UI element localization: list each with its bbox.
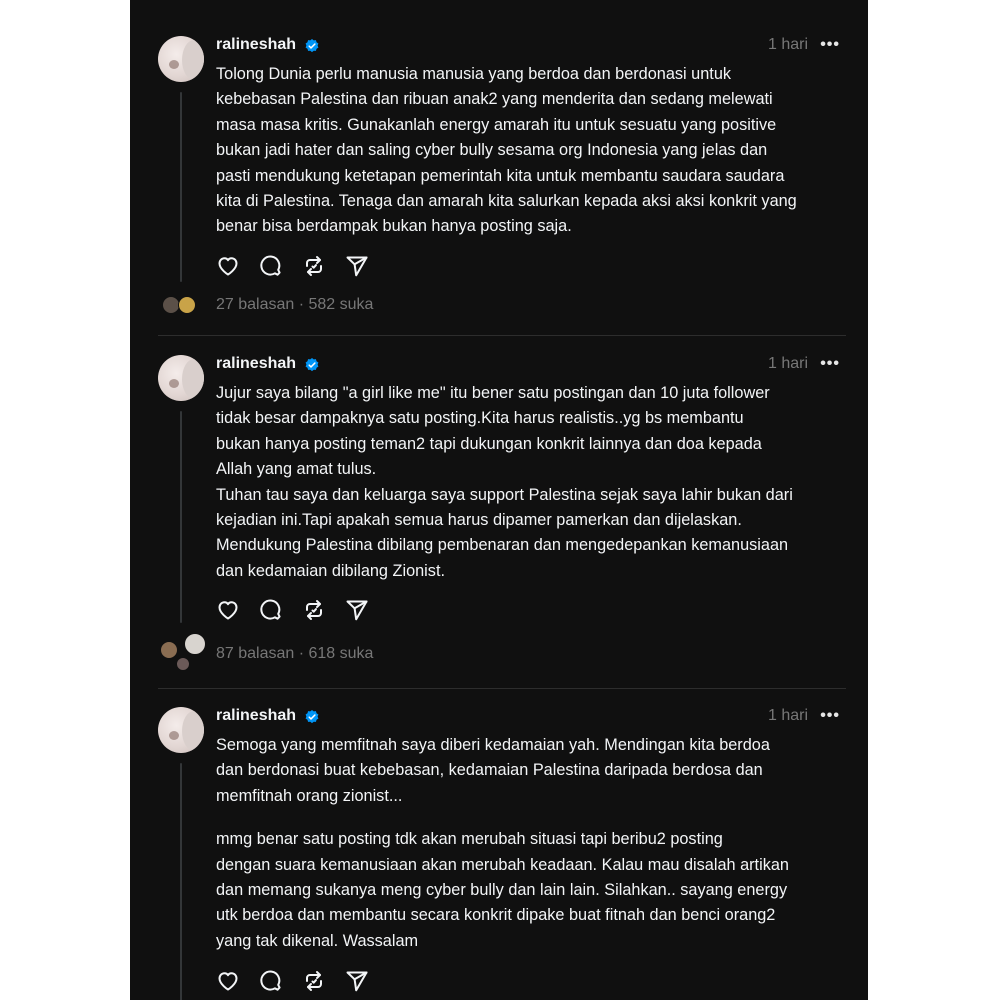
username[interactable]: ralineshah [216, 355, 296, 373]
avatar[interactable] [158, 36, 204, 82]
post-stats[interactable]: 87 balasan · 618 suka [216, 645, 373, 663]
send-icon [346, 256, 368, 277]
post-stats[interactable]: 27 balasan · 582 suka [216, 296, 373, 314]
verified-badge-icon [305, 39, 319, 53]
post-paragraph: Jujur saya bilang "a girl like me" itu b… [216, 384, 793, 580]
repost-icon [306, 256, 322, 276]
heart-icon [218, 972, 238, 991]
send-icon [346, 971, 368, 992]
reply-button[interactable] [259, 598, 283, 622]
repost-button[interactable] [302, 598, 326, 622]
post-paragraph: mmg benar satu posting tdk akan merubah … [216, 830, 789, 950]
post-divider [158, 335, 846, 336]
replier-avatar [184, 633, 206, 655]
replier-avatar [178, 296, 196, 314]
speech-bubble-icon [260, 599, 281, 620]
repost-button[interactable] [302, 969, 326, 993]
post-paragraph: Tolong Dunia perlu manusia manusia yang … [216, 65, 797, 236]
share-button[interactable] [345, 598, 369, 622]
threads-feed: ralineshah 1 hari ••• Tolong Dunia perlu… [130, 0, 868, 1000]
post-actions [216, 252, 369, 280]
like-button[interactable] [216, 969, 240, 993]
repost-button[interactable] [302, 254, 326, 278]
username[interactable]: ralineshah [216, 707, 296, 725]
share-button[interactable] [345, 969, 369, 993]
username[interactable]: ralineshah [216, 36, 296, 54]
thread-line [180, 763, 182, 1000]
more-options-button[interactable]: ••• [820, 707, 840, 725]
avatar[interactable] [158, 707, 204, 753]
post-actions [216, 596, 369, 624]
more-options-button[interactable]: ••• [820, 355, 840, 373]
post-time: 1 hari [767, 355, 808, 372]
speech-bubble-icon [260, 255, 281, 276]
post-time: 1 hari [767, 36, 808, 53]
verified-badge-icon [305, 358, 319, 372]
heart-icon [218, 257, 238, 276]
post-actions [216, 967, 369, 995]
repost-icon [306, 971, 322, 991]
post-divider [158, 688, 846, 689]
like-button[interactable] [216, 254, 240, 278]
reply-button[interactable] [259, 254, 283, 278]
replier-avatar [160, 641, 178, 659]
heart-icon [218, 601, 238, 620]
like-button[interactable] [216, 598, 240, 622]
repost-icon [306, 600, 322, 620]
post-body: Semoga yang memfitnah saya diberi kedama… [216, 733, 856, 954]
share-button[interactable] [345, 254, 369, 278]
thread-line [180, 92, 182, 282]
replier-avatar [176, 657, 190, 671]
speech-bubble-icon [260, 970, 281, 991]
thread-line [180, 411, 182, 623]
post-time: 1 hari [767, 707, 808, 724]
avatar[interactable] [158, 355, 204, 401]
post-body: Tolong Dunia perlu manusia manusia yang … [216, 62, 856, 240]
more-options-button[interactable]: ••• [820, 36, 840, 54]
verified-badge-icon [305, 710, 319, 724]
post-body: Jujur saya bilang "a girl like me" itu b… [216, 381, 856, 584]
reply-button[interactable] [259, 969, 283, 993]
post-paragraph: Semoga yang memfitnah saya diberi kedama… [216, 736, 770, 805]
send-icon [346, 600, 368, 621]
